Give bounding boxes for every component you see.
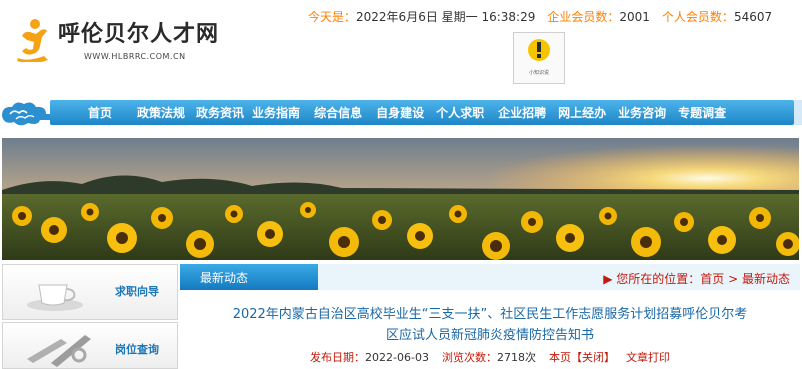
enterprise-count: 2001 bbox=[619, 10, 650, 24]
sidebar-item-job-guide[interactable]: 求职向导 bbox=[2, 264, 178, 320]
tools-icon bbox=[27, 335, 91, 367]
notice-box[interactable]: 小知识说 bbox=[513, 32, 565, 84]
coffee-cup-icon bbox=[27, 284, 83, 311]
nav-job-seeking[interactable]: 个人求职 bbox=[436, 104, 484, 121]
breadcrumb-home[interactable]: 首页 bbox=[700, 272, 724, 286]
close-page-link[interactable]: 本页【关闭】 bbox=[549, 351, 615, 364]
tab-label: 最新动态 bbox=[200, 271, 249, 285]
nav-business-guide[interactable]: 业务指南 bbox=[252, 104, 300, 121]
nav-bar: 首页 政策法规 政务资讯 业务指南 综合信息 自身建设 个人求职 企业招聘 网上… bbox=[50, 100, 794, 125]
tab-latest-news[interactable]: 最新动态 bbox=[180, 264, 318, 290]
article-meta: 发布日期：2022-06-03 浏览次数：2718次 本页【关闭】 文章打印 bbox=[180, 349, 800, 365]
section-header: 最新动态 ▶ 您所在的位置：首页 > 最新动态 bbox=[180, 264, 800, 290]
nav-recruitment[interactable]: 企业招聘 bbox=[498, 104, 546, 121]
main-nav: 首页 政策法规 政务资讯 业务指南 综合信息 自身建设 个人求职 企业招聘 网上… bbox=[0, 96, 802, 130]
nav-gov-news[interactable]: 政务资讯 bbox=[196, 104, 244, 121]
site-name: 呼伦贝尔人才网 bbox=[58, 22, 220, 47]
main-content: 最新动态 ▶ 您所在的位置：首页 > 最新动态 2022年内蒙古自治区高校毕业生… bbox=[180, 264, 800, 367]
breadcrumb-current[interactable]: 最新动态 bbox=[742, 272, 790, 286]
nav-online-service[interactable]: 网上经办 bbox=[558, 104, 606, 121]
sidebar-item-job-search[interactable]: 岗位查询 bbox=[2, 322, 178, 369]
views-count: 2718次 bbox=[496, 351, 536, 364]
breadcrumb: ▶ 您所在的位置：首页 > 最新动态 bbox=[603, 270, 790, 287]
nav-policy[interactable]: 政策法规 bbox=[137, 104, 185, 121]
cloud-ornament-icon bbox=[2, 102, 52, 126]
views-label: 浏览次数： bbox=[441, 351, 497, 364]
publish-date: 2022-06-03 bbox=[365, 351, 429, 364]
notice-caption: 小知识说 bbox=[528, 70, 549, 76]
site-url: WWW.HLBRRC.COM.CN bbox=[84, 52, 186, 61]
sidebar-item-label: 岗位查询 bbox=[115, 343, 159, 356]
location-label: 您所在的位置： bbox=[616, 272, 701, 286]
nav-right-cap bbox=[794, 100, 802, 125]
breadcrumb-separator: > bbox=[728, 272, 739, 286]
sunflower-field-picture bbox=[2, 138, 799, 260]
warning-icon bbox=[528, 39, 550, 61]
personal-count: 54607 bbox=[733, 10, 773, 24]
nav-home[interactable]: 首页 bbox=[88, 104, 112, 121]
nav-special-survey[interactable]: 专题调查 bbox=[678, 104, 726, 121]
header: 呼伦贝尔人才网 WWW.HLBRRC.COM.CN 今天是：2022年6月6日 … bbox=[0, 0, 802, 96]
nav-self-building[interactable]: 自身建设 bbox=[376, 104, 424, 121]
article-title-line1: 2022年内蒙古自治区高校毕业生“三支一扶”、社区民生工作志愿服务计划招募呼伦贝… bbox=[232, 307, 748, 322]
nav-general-info[interactable]: 综合信息 bbox=[314, 104, 362, 121]
article-title: 2022年内蒙古自治区高校毕业生“三支一扶”、社区民生工作志愿服务计划招募呼伦贝… bbox=[180, 304, 800, 346]
location-icon: ▶ bbox=[603, 272, 617, 286]
personal-count-label: 个人会员数： bbox=[661, 10, 734, 24]
publish-date-label: 发布日期： bbox=[310, 351, 366, 364]
stats-bar: 今天是：2022年6月6日 星期一 16:38:29 企业会员数：2001 个人会员… bbox=[308, 8, 772, 25]
logo-icon bbox=[17, 19, 48, 62]
today-label: 今天是： bbox=[308, 10, 357, 24]
enterprise-count-label: 企业会员数： bbox=[547, 10, 620, 24]
banner-image bbox=[2, 138, 799, 260]
nav-consulting[interactable]: 业务咨询 bbox=[618, 104, 666, 121]
article-title-line2: 区应试人员新冠肺炎疫情防控告知书 bbox=[385, 328, 594, 343]
today-value: 2022年6月6日 星期一 16:38:29 bbox=[356, 10, 536, 24]
print-article-link[interactable]: 文章打印 bbox=[626, 351, 670, 364]
sidebar-item-label: 求职向导 bbox=[115, 285, 159, 298]
